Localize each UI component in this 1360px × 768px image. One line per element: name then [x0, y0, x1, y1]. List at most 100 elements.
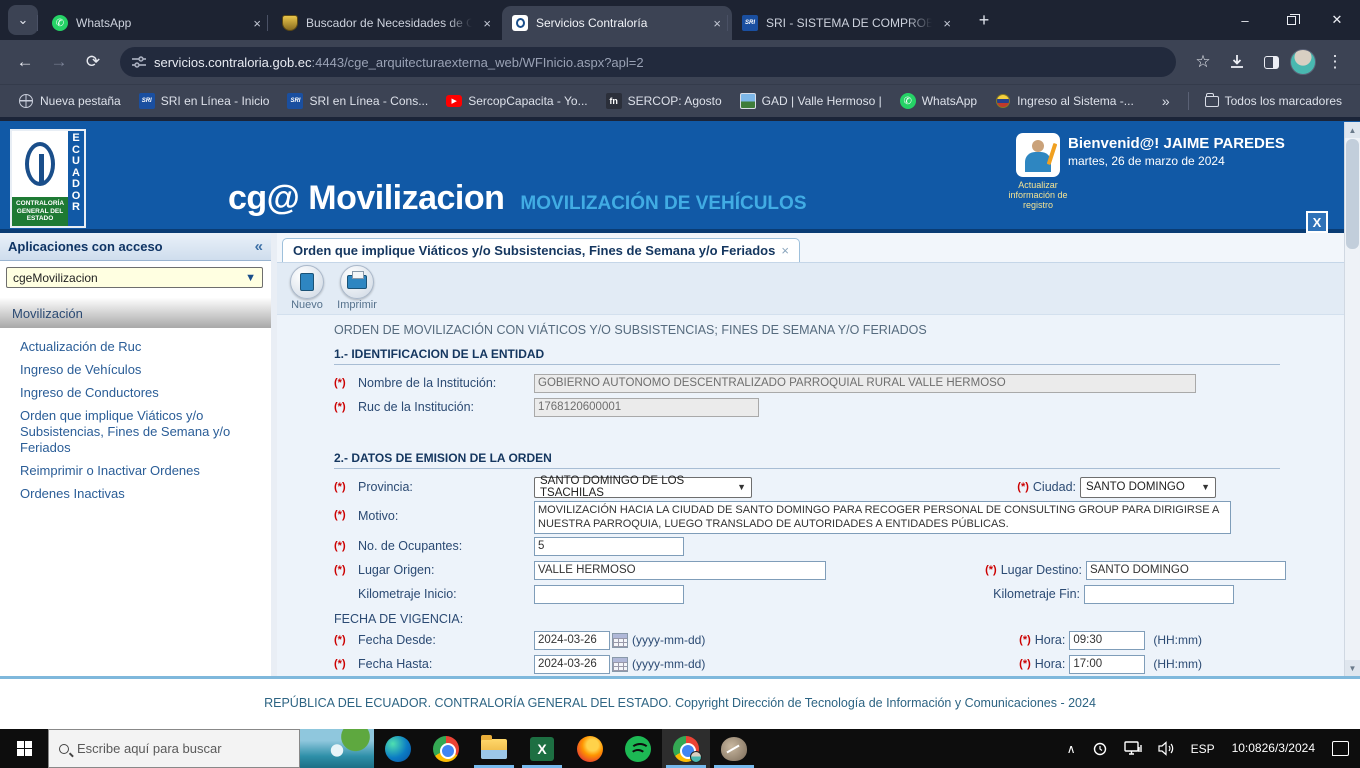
document-tab[interactable]: Orden que implique Viáticos y/o Subsiste… [282, 238, 800, 262]
app-close-button[interactable]: X [1306, 211, 1328, 233]
site-settings-icon[interactable] [132, 56, 146, 68]
fecha-desde-input[interactable] [534, 630, 610, 650]
tab-close-icon[interactable]: × [250, 16, 264, 31]
tab-close-icon[interactable]: × [710, 16, 724, 31]
tab-sri[interactable]: SRI SRI - SISTEMA DE COMPROBAN × [727, 6, 962, 40]
url-text[interactable]: servicios.contraloria.gob.ec:4443/cge_ar… [154, 55, 644, 70]
restore-button[interactable] [1268, 0, 1314, 40]
action-center-button[interactable] [1327, 729, 1354, 768]
taskbar-edge[interactable] [374, 729, 422, 768]
close-window-button[interactable]: ✕ [1314, 0, 1360, 40]
page-scrollbar[interactable]: ▲ ▼ [1344, 122, 1360, 676]
tab-servicios-contraloria[interactable]: Servicios Contraloría × [502, 6, 732, 40]
tray-clock[interactable]: 10:08 26/3/2024 [1226, 729, 1321, 768]
tray-volume[interactable] [1153, 729, 1180, 768]
tab-buscador[interactable]: Buscador de Necesidades de Co × [267, 6, 502, 40]
forward-button[interactable]: → [44, 47, 74, 77]
application-select[interactable]: cgeMovilizacion ▼ [6, 267, 263, 288]
tab-close-icon[interactable]: × [480, 16, 494, 31]
tray-language[interactable]: ESP [1186, 729, 1220, 768]
sidebar-item-reimprimir-inactivar[interactable]: Reimprimir o Inactivar Ordenes [20, 460, 261, 483]
new-tab-button[interactable]: + [970, 6, 998, 34]
bookmark-sercopcapacita[interactable]: ▶ SercopCapacita - Yo... [438, 89, 595, 113]
chevron-down-icon: ⌄ [17, 12, 29, 27]
spotify-icon [625, 735, 651, 762]
sidebar-item-orden-viaticos[interactable]: Orden que implique Viáticos y/o Subsiste… [20, 405, 261, 460]
km-fin-input[interactable] [1084, 584, 1234, 604]
imprimir-button[interactable]: Imprimir [335, 265, 379, 311]
update-registry-widget[interactable]: Actualizar información de registro [1008, 133, 1068, 210]
document-tab-close-icon[interactable]: × [781, 243, 789, 258]
hora-desde-input[interactable] [1069, 630, 1146, 650]
update-registry-link[interactable]: Actualizar información de registro [1008, 180, 1068, 210]
side-panel-button[interactable] [1256, 47, 1286, 77]
ciudad-select[interactable]: SANTO DOMINGO ▼ [1080, 476, 1216, 498]
section1-heading: 1.- IDENTIFICACION DE LA ENTIDAD [334, 347, 1280, 365]
taskbar-search[interactable]: Escribe aquí para buscar [48, 729, 300, 768]
motivo-textarea[interactable]: MOVILIZACIÓN HACIA LA CIUDAD DE SANTO DO… [534, 501, 1231, 534]
taskbar-chrome[interactable] [422, 729, 470, 768]
required-mark: (*) [1017, 481, 1029, 493]
windows-taskbar: Escribe aquí para buscar X ∧ ESP 10:08 2… [0, 729, 1360, 768]
news-widget-thumbnail[interactable] [300, 729, 374, 768]
profile-avatar[interactable] [1290, 49, 1316, 75]
taskbar-excel[interactable]: X [518, 729, 566, 768]
taskbar-spotify[interactable] [614, 729, 662, 768]
provincia-select[interactable]: SANTO DOMINGO DE LOS TSACHILAS ▼ [534, 475, 752, 499]
bookmark-nueva-pestana[interactable]: Nueva pestaña [10, 89, 129, 113]
bookmark-star-button[interactable]: ☆ [1188, 47, 1218, 77]
scroll-up-arrow[interactable]: ▲ [1345, 122, 1360, 138]
sidebar-group-movilizacion[interactable]: Movilización [0, 298, 271, 328]
sidebar-item-ordenes-inactivas[interactable]: Ordenes Inactivas [20, 483, 261, 506]
sidebar-collapse-button[interactable]: « [255, 238, 263, 255]
scrollbar-thumb[interactable] [1346, 139, 1359, 249]
taskbar-chrome-profile-active[interactable] [662, 729, 710, 768]
bookmark-gad-valle-hermoso[interactable]: GAD | Valle Hermoso | [732, 89, 890, 113]
start-button[interactable] [0, 729, 48, 768]
sidebar-item-ingreso-vehiculos[interactable]: Ingreso de Vehículos [20, 359, 261, 382]
bookmark-sercop-agosto[interactable]: fn SERCOP: Agosto [598, 89, 730, 113]
taskbar-file-explorer[interactable] [470, 729, 518, 768]
bookmark-sri-consultas[interactable]: SRI SRI en Línea - Cons... [279, 89, 436, 113]
downloads-button[interactable] [1222, 47, 1252, 77]
bookmark-sri-inicio[interactable]: SRI SRI en Línea - Inicio [131, 89, 278, 113]
bookmarks-overflow-button[interactable]: » [1152, 93, 1180, 109]
tab-close-icon[interactable]: × [940, 16, 954, 31]
required-mark: (*) [334, 509, 346, 521]
hora-format-hint: (HH:mm) [1153, 633, 1202, 647]
fecha-format-hint: (yyyy-mm-dd) [632, 657, 706, 671]
lugar-origen-input[interactable] [534, 560, 826, 580]
nuevo-button[interactable]: Nuevo [285, 265, 329, 311]
scroll-down-arrow[interactable]: ▼ [1345, 660, 1360, 676]
fecha-hasta-input[interactable] [534, 654, 610, 674]
reload-button[interactable]: ⟳ [78, 47, 108, 77]
taskbar-firefox[interactable] [566, 729, 614, 768]
browser-menu-button[interactable]: ⋮ [1320, 47, 1350, 77]
taskbar-gimp[interactable] [710, 729, 758, 768]
ruc-institucion-input [534, 397, 759, 417]
required-mark: (*) [334, 634, 346, 646]
hora-hasta-input[interactable] [1069, 654, 1146, 674]
calendar-icon[interactable] [612, 632, 628, 648]
tab-whatsapp[interactable]: ✆ WhatsApp × [37, 6, 272, 40]
sri-icon: SRI [287, 93, 304, 109]
content-area: Aplicaciones con acceso « cgeMovilizacio… [0, 233, 1360, 676]
all-bookmarks-button[interactable]: Todos los marcadores [1197, 90, 1350, 112]
minimize-button[interactable]: – [1222, 0, 1268, 40]
ocupantes-input[interactable] [534, 536, 684, 556]
tray-expand-button[interactable]: ∧ [1062, 729, 1081, 768]
sidebar-item-actualizacion-ruc[interactable]: Actualización de Ruc [20, 336, 261, 359]
url-bar[interactable]: servicios.contraloria.gob.ec:4443/cge_ar… [120, 47, 1176, 77]
km-inicio-label: Kilometraje Inicio: [358, 587, 457, 601]
bookmark-whatsapp[interactable]: ✆ WhatsApp [892, 89, 985, 113]
lugar-destino-input[interactable] [1086, 560, 1286, 580]
km-inicio-input[interactable] [534, 584, 684, 604]
tray-network[interactable] [1119, 729, 1147, 768]
back-button[interactable]: ← [10, 47, 40, 77]
nombre-label: Nombre de la Institución: [358, 376, 497, 390]
calendar-icon[interactable] [612, 656, 628, 672]
sidebar-item-ingreso-conductores[interactable]: Ingreso de Conductores [20, 382, 261, 405]
tray-clock-app[interactable] [1087, 729, 1113, 768]
tab-search-button[interactable]: ⌄ [8, 5, 38, 35]
bookmark-ingreso-sistema[interactable]: Ingreso al Sistema -... [987, 89, 1142, 113]
